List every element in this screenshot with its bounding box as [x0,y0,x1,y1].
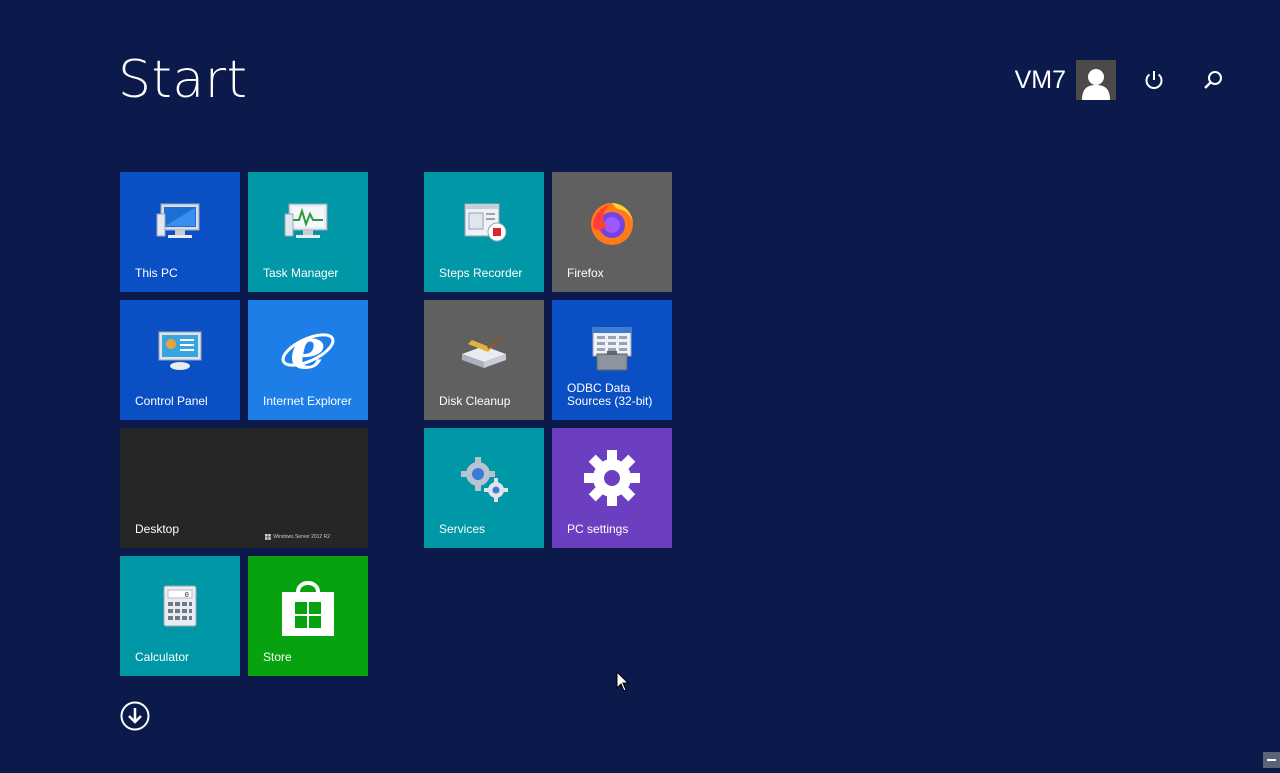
tile-label: Services [439,522,486,536]
tile-steps-recorder[interactable]: Steps Recorder [424,172,544,292]
tile-odbc-data-sources[interactable]: ODBC Data Sources (32-bit) [552,300,672,420]
tile-task-manager[interactable]: Task Manager [248,172,368,292]
user-name: VM7 [1014,65,1066,94]
tile-this-pc[interactable]: This PC [120,172,240,292]
tile-disk-cleanup[interactable]: Disk Cleanup [424,300,544,420]
tile-label: Task Manager [263,266,339,280]
search-button[interactable] [1199,66,1227,94]
user-account[interactable]: VM7 [1015,60,1116,100]
disk-cleanup-icon [458,328,510,372]
computer-icon [155,200,205,244]
power-button[interactable] [1140,66,1168,94]
power-icon [1145,71,1163,89]
tile-label-line2: Sources (32-bit) [567,394,653,408]
calculator-icon: 0 [162,584,198,628]
tile-pc-settings[interactable]: PC settings [552,428,672,548]
tile-label: Control Panel [135,394,208,408]
minus-icon [1267,759,1276,761]
services-gears-icon [458,454,510,503]
tile-label: Firefox [567,266,604,280]
tile-label: Store [263,650,292,664]
internet-explorer-icon: e [278,320,338,380]
tile-label: Calculator [135,650,190,664]
tile-calculator[interactable]: 0 Calculator [120,556,240,676]
tile-label: This PC [135,266,178,280]
tile-label: Steps Recorder [439,266,523,280]
svg-text:0: 0 [185,591,189,599]
mouse-cursor-icon [616,670,630,698]
tile-label: Desktop [135,522,180,536]
watermark-text: Windows Server 2012 R2 [273,534,330,540]
svg-text:e: e [290,320,326,380]
search-icon [1204,71,1222,89]
tile-firefox[interactable]: Firefox [552,172,672,292]
start-title: Start [118,50,248,110]
tile-label: PC settings [567,522,629,536]
tile-internet-explorer[interactable]: e Internet Explorer [248,300,368,420]
tile-label: Internet Explorer [263,394,352,408]
tile-control-panel[interactable]: Control Panel [120,300,240,420]
tile-label: ODBC Data Sources (32-bit) [567,382,652,408]
all-apps-button[interactable] [120,701,150,731]
desktop-watermark: Windows Server 2012 R2 [265,534,330,540]
task-manager-icon [283,200,333,244]
firefox-icon [587,197,637,247]
odbc-icon [587,326,637,374]
settings-gear-icon [582,448,642,508]
tile-label: Disk Cleanup [439,394,511,408]
corner-minimize-button[interactable] [1263,752,1280,768]
steps-recorder-icon [459,200,509,244]
arrow-down-circle-icon [120,701,150,731]
control-panel-icon [155,328,205,372]
user-avatar-icon [1076,60,1116,100]
tile-services[interactable]: Services [424,428,544,548]
tile-desktop[interactable]: Desktop Windows Server 2012 R2 [120,428,368,548]
store-bag-icon [278,574,338,638]
windows-logo-icon [265,534,272,540]
tile-store[interactable]: Store [248,556,368,676]
